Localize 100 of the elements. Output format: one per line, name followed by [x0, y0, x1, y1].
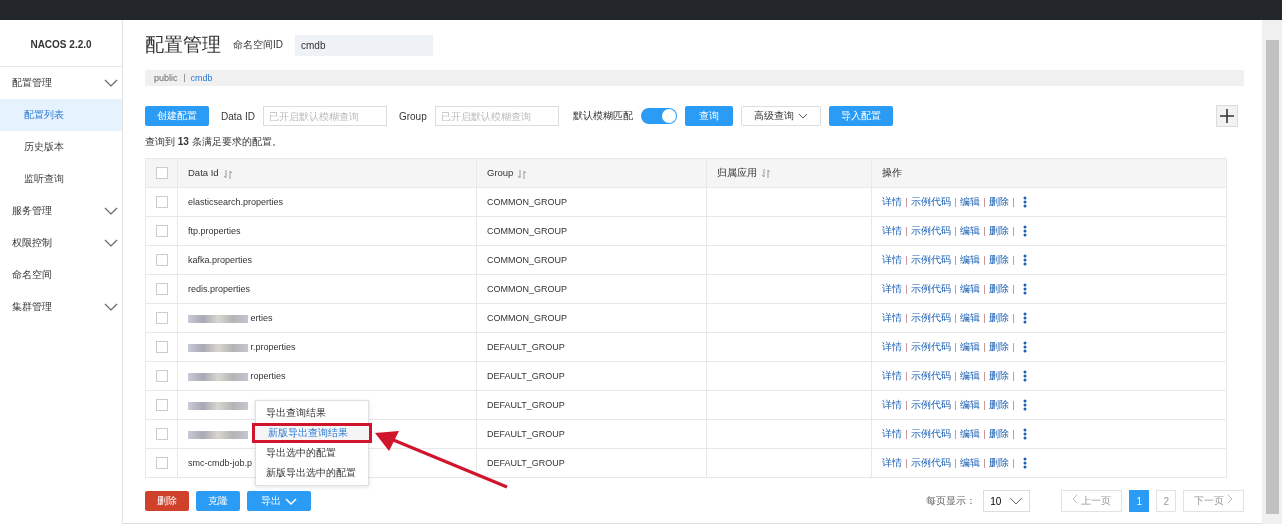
more-icon[interactable] — [1022, 370, 1027, 383]
action-link[interactable]: 编辑 — [960, 341, 980, 352]
redaction-mark — [188, 430, 248, 439]
nav-item[interactable]: 权限控制 — [0, 227, 122, 259]
column-header[interactable]: Group — [487, 167, 514, 179]
action-link[interactable]: 示例代码 — [911, 428, 951, 439]
menu-item[interactable]: 新版导出选中的配置 — [256, 463, 368, 483]
action-link[interactable]: 详情 — [882, 457, 902, 468]
action-link[interactable]: 删除 — [989, 370, 1009, 381]
namespace-link[interactable]: public — [154, 73, 178, 83]
action-link[interactable]: 删除 — [989, 457, 1009, 468]
action-link[interactable]: 示例代码 — [911, 341, 951, 352]
action-link[interactable]: 详情 — [882, 283, 902, 294]
action-link[interactable]: 详情 — [882, 399, 902, 410]
row-checkbox[interactable] — [156, 225, 168, 237]
more-icon[interactable] — [1022, 225, 1027, 238]
action-link[interactable]: 删除 — [989, 283, 1009, 294]
more-icon[interactable] — [1022, 399, 1027, 412]
sort-icon[interactable] — [518, 169, 527, 179]
page-size-select[interactable]: 10 — [983, 490, 1031, 512]
action-link[interactable]: 编辑 — [960, 225, 980, 236]
caret-icon — [285, 497, 297, 505]
action-link[interactable]: 编辑 — [960, 370, 980, 381]
more-icon[interactable] — [1022, 312, 1027, 325]
action-link[interactable]: 详情 — [882, 428, 902, 439]
group-field[interactable]: 已开启默认模糊查询 — [434, 106, 559, 126]
row-checkbox[interactable] — [156, 341, 168, 353]
redaction-mark — [188, 343, 248, 352]
more-icon[interactable] — [1022, 457, 1027, 470]
action-link[interactable]: 编辑 — [960, 428, 980, 439]
row-checkbox[interactable] — [156, 196, 168, 208]
action-link[interactable]: 编辑 — [960, 196, 980, 207]
row-checkbox[interactable] — [156, 283, 168, 295]
column-header[interactable]: Data Id — [188, 167, 219, 179]
action-link[interactable]: 删除 — [989, 225, 1009, 236]
nav-item[interactable]: 配置管理 — [0, 67, 122, 99]
action-link[interactable]: 编辑 — [960, 399, 980, 410]
row-checkbox[interactable] — [156, 457, 168, 469]
action-link[interactable]: 详情 — [882, 370, 902, 381]
menu-item[interactable]: 导出查询结果 — [256, 403, 368, 423]
column-header[interactable]: 操作 — [882, 166, 902, 178]
row-checkbox[interactable] — [156, 399, 168, 411]
action-link[interactable]: 示例代码 — [911, 225, 951, 236]
more-icon[interactable] — [1022, 254, 1027, 267]
namespace-value: cmdb — [295, 34, 433, 56]
table-cell: roperties — [250, 371, 286, 381]
row-checkbox[interactable] — [156, 370, 168, 382]
action-link[interactable]: 编辑 — [960, 312, 980, 323]
redaction-mark — [188, 401, 248, 410]
action-link[interactable]: 示例代码 — [911, 196, 951, 207]
nav-item[interactable]: 集群管理 — [0, 291, 122, 323]
select-all-checkbox[interactable] — [156, 167, 168, 179]
result-summary: 查询到 13 条满足要求的配置。 — [145, 135, 283, 149]
nav-subitem[interactable]: 配置列表 — [0, 99, 122, 131]
add-button[interactable] — [1216, 105, 1238, 127]
action-link[interactable]: 详情 — [882, 196, 902, 207]
action-link[interactable]: 详情 — [882, 312, 902, 323]
action-link[interactable]: 删除 — [989, 428, 1009, 439]
scrollbar[interactable] — [1262, 20, 1282, 524]
action-link[interactable]: 示例代码 — [911, 370, 951, 381]
action-link[interactable]: 编辑 — [960, 457, 980, 468]
action-link[interactable]: 删除 — [989, 196, 1009, 207]
action-link[interactable]: 编辑 — [960, 254, 980, 265]
sort-icon[interactable] — [223, 169, 232, 179]
data-id-label: Data ID — [221, 110, 255, 122]
nav-item[interactable]: 命名空间 — [0, 259, 122, 291]
fuzzy-match-toggle[interactable] — [640, 108, 677, 124]
delete-button[interactable]: 删除 — [145, 491, 189, 511]
action-link[interactable]: 示例代码 — [911, 254, 951, 265]
action-link[interactable]: 示例代码 — [911, 283, 951, 294]
more-icon[interactable] — [1022, 428, 1027, 441]
nav-item[interactable]: 服务管理 — [0, 195, 122, 227]
action-link[interactable]: 删除 — [989, 341, 1009, 352]
chevron-left-icon — [1072, 494, 1079, 504]
action-link[interactable]: 示例代码 — [911, 312, 951, 323]
advanced-search-button[interactable]: 高级查询 — [740, 106, 821, 126]
more-icon[interactable] — [1022, 283, 1027, 296]
more-icon[interactable] — [1022, 341, 1027, 354]
action-link[interactable]: 示例代码 — [911, 399, 951, 410]
sort-icon[interactable] — [762, 168, 770, 178]
action-link[interactable]: 删除 — [989, 399, 1009, 410]
action-link[interactable]: 详情 — [882, 341, 902, 352]
column-header[interactable]: 归属应用 — [717, 166, 757, 178]
table-cell: DEFAULT_GROUP — [487, 458, 565, 468]
more-icon[interactable] — [1022, 196, 1027, 209]
action-link[interactable]: 示例代码 — [911, 457, 951, 468]
data-id-field[interactable]: 已开启默认模糊查询 — [262, 106, 387, 126]
namespace-link[interactable]: cmdb — [190, 73, 213, 83]
action-link[interactable]: 删除 — [989, 254, 1009, 265]
nav-subitem[interactable]: 历史版本 — [0, 131, 122, 163]
action-link[interactable]: 编辑 — [960, 283, 980, 294]
row-checkbox[interactable] — [156, 428, 168, 440]
row-checkbox[interactable] — [156, 312, 168, 324]
action-link[interactable]: 详情 — [882, 254, 902, 265]
action-link[interactable]: 详情 — [882, 225, 902, 236]
menu-item[interactable]: 导出选中的配置 — [256, 443, 368, 463]
row-checkbox[interactable] — [156, 254, 168, 266]
action-link[interactable]: 删除 — [989, 312, 1009, 323]
nav-subitem[interactable]: 监听查询 — [0, 163, 122, 195]
menu-item[interactable]: 新版导出查询结果 — [252, 423, 372, 443]
